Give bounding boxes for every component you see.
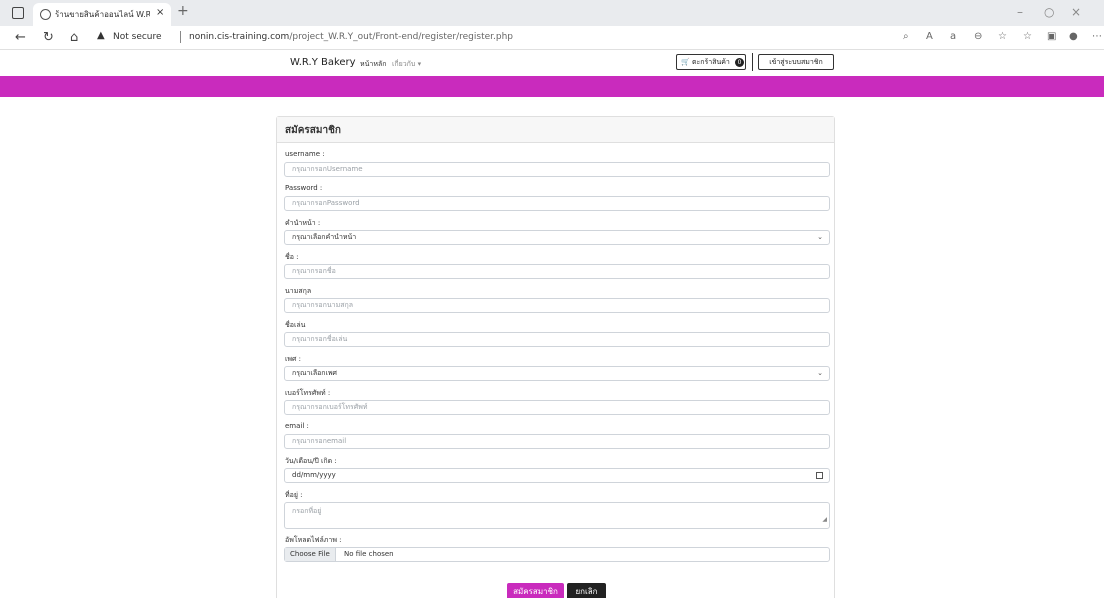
url-host: nonin.cis-training.com: [189, 32, 290, 42]
nickname-label: ชื่อเล่น: [285, 321, 306, 329]
favorite-icon[interactable]: ☆: [998, 31, 1007, 42]
cancel-button[interactable]: ยกเลิก: [567, 583, 606, 598]
new-tab-button[interactable]: +: [177, 3, 189, 19]
home-icon[interactable]: ⌂: [70, 30, 78, 45]
browser-tab[interactable]: ร้านขายสินค้าออนไลน์ W.R.Y. Bakery ×: [33, 3, 171, 26]
firstname-input[interactable]: กรุณากรอกชื่อ: [284, 264, 830, 279]
form-title: สมัครสมาชิก: [285, 125, 341, 136]
email-input[interactable]: กรุณากรอกemail: [284, 434, 830, 449]
tab-actions-icon[interactable]: [12, 7, 24, 19]
site-brand[interactable]: W.R.Y Bakery: [290, 57, 356, 68]
address-label: ที่อยู่ :: [285, 491, 303, 499]
prefix-value: กรุณาเลือกคำนำหน้า: [292, 233, 357, 241]
restore-button[interactable]: ○: [1044, 5, 1054, 19]
browser-tab-strip: ร้านขายสินค้าออนไลน์ W.R.Y. Bakery × + –…: [0, 0, 1104, 26]
username-input[interactable]: กรุณากรอกUsername: [284, 162, 830, 177]
cart-label: ตะกร้าสินค้า: [691, 58, 730, 66]
read-aloud-icon[interactable]: A: [926, 31, 933, 42]
nav-divider: [752, 53, 753, 71]
refresh-icon[interactable]: ↻: [43, 30, 54, 45]
tab-title: ร้านขายสินค้าออนไลน์ W.R.Y. Bakery: [55, 10, 150, 19]
not-secure-label: Not secure: [113, 32, 162, 42]
calendar-icon[interactable]: [816, 472, 823, 479]
photo-file-input[interactable]: Choose File No file chosen: [284, 547, 830, 562]
birthdate-label: วัน/เดือน/ปี เกิด :: [285, 457, 337, 465]
choose-file-button[interactable]: Choose File: [285, 548, 336, 561]
lastname-label: นามสกุล: [285, 287, 312, 295]
photo-label: อัพโหลดไฟล์ภาพ :: [285, 536, 342, 544]
card-header: สมัครสมาชิก: [277, 117, 834, 143]
close-window-button[interactable]: ×: [1071, 5, 1081, 19]
login-button[interactable]: เข้าสู่ระบบสมาชิก: [758, 54, 834, 70]
password-input[interactable]: กรุณากรอกPassword: [284, 196, 830, 211]
username-label: username :: [285, 150, 325, 158]
back-arrow-icon[interactable]: ←: [15, 30, 26, 45]
register-card: สมัครสมาชิก username : กรุณากรอกUsername…: [276, 116, 835, 598]
email-label: email :: [285, 422, 309, 430]
globe-icon: [40, 9, 51, 20]
collections-icon[interactable]: ▣: [1047, 31, 1056, 42]
translate-icon[interactable]: a: [950, 31, 956, 42]
prefix-label: คำนำหน้า :: [285, 219, 321, 227]
birthdate-input[interactable]: dd/mm/yyyy: [284, 468, 830, 483]
cart-count-badge: 0: [735, 57, 745, 67]
address-placeholder: กรอกที่อยู่: [292, 507, 322, 515]
password-label: Password :: [285, 184, 323, 192]
more-menu-icon[interactable]: ⋯: [1092, 31, 1102, 42]
gender-label: เพศ :: [285, 355, 302, 363]
lastname-input[interactable]: กรุณากรอกนามสกุล: [284, 298, 830, 313]
firstname-label: ชื่อ :: [285, 253, 299, 261]
tab-close-icon[interactable]: ×: [156, 7, 164, 18]
nav-home[interactable]: หน้าหลัก: [360, 59, 386, 70]
submit-button[interactable]: สมัครสมาชิก: [507, 583, 564, 598]
cart-button[interactable]: 🛒 ตะกร้าสินค้า 0: [676, 54, 746, 70]
cart-icon: 🛒: [681, 58, 690, 66]
resize-grip-icon[interactable]: ◢: [822, 514, 827, 526]
magenta-banner: [0, 76, 1104, 97]
prefix-select[interactable]: กรุณาเลือกคำนำหน้า ⌄: [284, 230, 830, 245]
favorites-bar-icon[interactable]: ☆: [1023, 31, 1032, 42]
phone-input[interactable]: กรุณากรอกเบอร์โทรศัพท์: [284, 400, 830, 415]
site-navbar: W.R.Y Bakery หน้าหลัก เกี่ยวกับ ▾ 🛒 ตะกร…: [0, 50, 1104, 76]
gender-select[interactable]: กรุณาเลือกเพศ ⌄: [284, 366, 830, 381]
nav-about-dropdown[interactable]: เกี่ยวกับ ▾: [392, 59, 421, 70]
url-path: /project_W.R.Y_out/Front-end/register/re…: [289, 32, 513, 42]
birthdate-placeholder: dd/mm/yyyy: [292, 471, 336, 479]
warning-icon: ▲: [97, 30, 105, 41]
address-bar[interactable]: ▲ Not secure nonin.cis-training.com/proj…: [97, 30, 877, 46]
phone-label: เบอร์โทรศัพท์ :: [285, 389, 331, 397]
file-status: No file chosen: [344, 550, 394, 558]
url-text[interactable]: nonin.cis-training.com/project_W.R.Y_out…: [189, 32, 513, 42]
minimize-button[interactable]: –: [1017, 5, 1023, 19]
address-textarea[interactable]: กรอกที่อยู่ ◢: [284, 502, 830, 529]
profile-icon[interactable]: ●: [1069, 31, 1078, 42]
zoom-icon[interactable]: ⊖: [974, 31, 982, 42]
address-divider: [180, 31, 181, 43]
gender-value: กรุณาเลือกเพศ: [292, 369, 337, 377]
chevron-down-icon: ⌄: [817, 369, 823, 377]
search-icon[interactable]: ⌕: [903, 31, 909, 42]
chevron-down-icon: ⌄: [817, 233, 823, 241]
address-bar-row: ← ↻ ⌂ ▲ Not secure nonin.cis-training.co…: [0, 26, 1104, 50]
nickname-input[interactable]: กรุณากรอกชื่อเล่น: [284, 332, 830, 347]
